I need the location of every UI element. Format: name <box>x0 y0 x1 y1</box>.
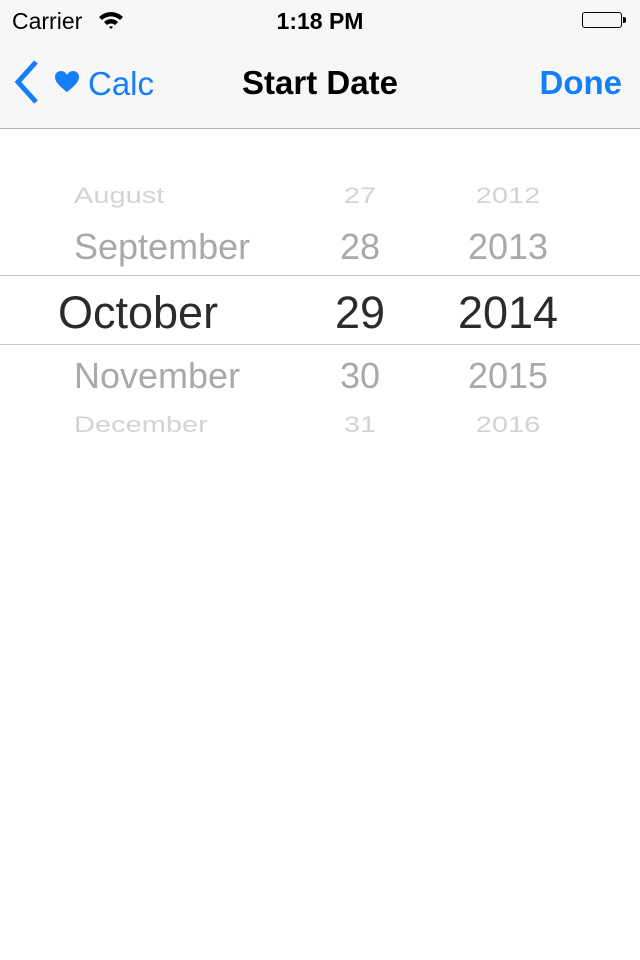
selection-top-line <box>0 275 640 276</box>
month-option[interactable]: August <box>74 185 164 208</box>
month-option[interactable]: December <box>74 414 208 437</box>
day-option[interactable]: 27 <box>310 185 410 208</box>
day-option[interactable]: 31 <box>310 414 410 437</box>
year-selected[interactable]: 2014 <box>440 290 576 335</box>
day-option[interactable]: 30 <box>310 358 410 394</box>
day-option[interactable]: 28 <box>310 229 410 265</box>
selection-bottom-line <box>0 344 640 345</box>
month-option[interactable]: November <box>74 358 240 394</box>
status-bar: Carrier 1:18 PM <box>0 0 640 40</box>
status-time: 1:18 PM <box>276 8 364 34</box>
day-selected[interactable]: 29 <box>310 290 410 335</box>
battery-full-icon <box>582 12 626 28</box>
year-option[interactable]: 2016 <box>440 414 576 437</box>
month-option[interactable]: September <box>74 229 250 265</box>
done-button[interactable]: Done <box>540 64 623 102</box>
year-option[interactable]: 2013 <box>440 229 576 265</box>
navigation-bar: Calc Start Date Done <box>0 40 640 129</box>
month-selected[interactable]: October <box>58 290 218 335</box>
year-option[interactable]: 2012 <box>440 185 576 208</box>
year-option[interactable]: 2015 <box>440 358 576 394</box>
date-picker[interactable]: August September October November Decemb… <box>0 150 640 450</box>
